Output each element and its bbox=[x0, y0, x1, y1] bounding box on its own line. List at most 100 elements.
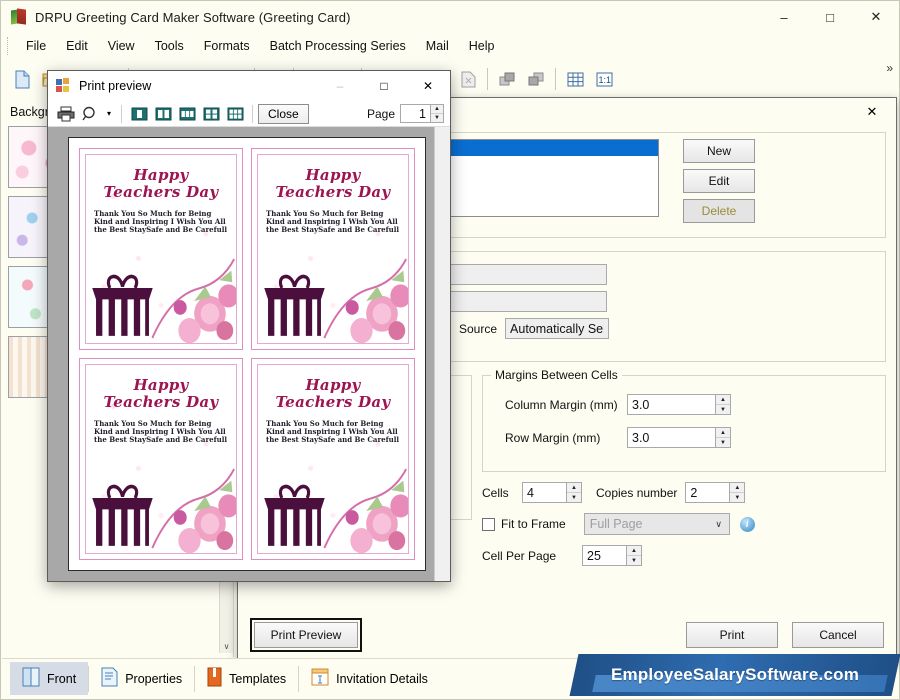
menu-item-tools[interactable]: Tools bbox=[145, 36, 194, 56]
print-dialog-close-button[interactable]: ✕ bbox=[852, 99, 892, 125]
brand-text: EmployeeSalarySoftware.com bbox=[610, 665, 860, 684]
spin-up-icon[interactable]: ▲ bbox=[627, 546, 641, 556]
copies-number-label: Copies number bbox=[596, 485, 678, 500]
print-preview-minimize-button[interactable]: – bbox=[318, 71, 362, 101]
statusbar-item-invitation-details[interactable]: Invitation Details bbox=[299, 662, 440, 695]
grid-icon[interactable] bbox=[562, 66, 588, 92]
menu-item-view[interactable]: View bbox=[98, 36, 145, 56]
menu-item-edit[interactable]: Edit bbox=[56, 36, 98, 56]
source-field[interactable] bbox=[505, 318, 610, 339]
spin-up-icon[interactable]: ▲ bbox=[567, 483, 581, 493]
fit-to-frame-info-icon[interactable]: i bbox=[739, 516, 755, 532]
copies-number-stepper[interactable]: ▲▼ bbox=[685, 482, 746, 503]
menu-item-help[interactable]: Help bbox=[459, 36, 505, 56]
two-pages-icon[interactable] bbox=[151, 103, 175, 125]
cancel-button[interactable]: Cancel bbox=[792, 622, 884, 648]
one-page-icon[interactable] bbox=[127, 103, 151, 125]
preview-card-heading: Happy Teachers Day bbox=[275, 376, 391, 411]
spin-down-icon[interactable]: ▼ bbox=[567, 493, 581, 502]
delete-icon[interactable] bbox=[455, 66, 481, 92]
print-preview-title-bar: Print preview – □ ✕ bbox=[48, 71, 450, 101]
cell-per-page-stepper[interactable]: ▲▼ bbox=[582, 545, 642, 566]
actual-size-icon[interactable]: 1:1 bbox=[591, 66, 617, 92]
minimize-button[interactable]: – bbox=[761, 1, 807, 33]
spin-up-icon[interactable]: ▲ bbox=[431, 105, 443, 114]
print-preview-close-button[interactable]: ✕ bbox=[406, 71, 450, 101]
menu-item-file[interactable]: File bbox=[16, 36, 56, 56]
menu-item-batch-processing-series[interactable]: Batch Processing Series bbox=[260, 36, 416, 56]
send-backward-icon[interactable] bbox=[523, 66, 549, 92]
cell-per-page-field[interactable] bbox=[582, 545, 626, 566]
preview-card: Happy Teachers Day Thank You So Much for … bbox=[79, 148, 243, 350]
gift-box-icon bbox=[91, 478, 154, 549]
toolbar-overflow-button[interactable]: » bbox=[886, 61, 893, 75]
printer-icon[interactable] bbox=[54, 103, 78, 125]
menu-item-formats[interactable]: Formats bbox=[194, 36, 260, 56]
close-button[interactable]: ✕ bbox=[853, 1, 899, 33]
statusbar-item-front[interactable]: Front bbox=[10, 662, 89, 695]
print-preview-maximize-button[interactable]: □ bbox=[362, 71, 406, 101]
six-pages-icon[interactable] bbox=[223, 103, 247, 125]
edit-profile-button[interactable]: Edit bbox=[683, 169, 755, 193]
print-preview-button-focus-ring: Print Preview bbox=[250, 618, 362, 652]
cells-stepper[interactable]: ▲▼ bbox=[522, 482, 582, 503]
page-navigation: Page ▲▼ bbox=[367, 104, 450, 123]
print-preview-close-label-button[interactable]: Close bbox=[258, 103, 309, 124]
spin-down-icon[interactable]: ▼ bbox=[716, 405, 730, 414]
svg-text:1:1: 1:1 bbox=[598, 75, 611, 85]
fit-to-frame-label: Fit to Frame bbox=[501, 517, 566, 531]
page-number-field[interactable] bbox=[400, 104, 430, 123]
print-preview-toolbar: ▾ Close Page ▲▼ bbox=[48, 101, 450, 127]
spin-down-icon[interactable]: ▼ bbox=[627, 556, 641, 565]
column-margin-field[interactable] bbox=[627, 394, 715, 415]
floral-decoration-icon bbox=[143, 448, 239, 553]
menu-grip-handle[interactable] bbox=[7, 37, 11, 55]
bring-forward-icon[interactable] bbox=[494, 66, 520, 92]
toolbar-separator bbox=[252, 104, 253, 123]
margins-between-cells-legend: Margins Between Cells bbox=[495, 368, 618, 382]
spin-down-icon[interactable]: ▼ bbox=[716, 438, 730, 447]
fit-to-frame-checkbox[interactable] bbox=[482, 517, 495, 531]
preview-card-body: Thank You So Much for Being Kind and Ins… bbox=[266, 208, 400, 235]
maximize-button[interactable]: □ bbox=[807, 1, 853, 33]
spin-up-icon[interactable]: ▲ bbox=[716, 428, 730, 438]
print-button[interactable]: Print bbox=[686, 622, 778, 648]
gift-box-icon bbox=[263, 478, 326, 549]
page-stepper[interactable]: ▲▼ bbox=[400, 104, 444, 123]
print-preview-icon bbox=[56, 78, 72, 94]
card-front-icon bbox=[22, 667, 40, 690]
floral-decoration-icon bbox=[315, 448, 411, 553]
magnifier-icon[interactable] bbox=[78, 103, 102, 125]
spin-up-icon[interactable]: ▲ bbox=[730, 483, 745, 493]
spin-down-icon[interactable]: ▼ bbox=[730, 493, 744, 502]
delete-profile-button: Delete bbox=[683, 199, 755, 223]
preview-card: Happy Teachers Day Thank You So Much for … bbox=[79, 358, 243, 560]
statusbar-item-label: Properties bbox=[125, 671, 183, 686]
window-title: DRPU Greeting Card Maker Software (Greet… bbox=[35, 9, 351, 25]
print-preview-page-area[interactable]: Happy Teachers Day Thank You So Much for … bbox=[48, 127, 450, 581]
preview-vertical-scrollbar[interactable] bbox=[434, 127, 450, 581]
three-pages-icon[interactable] bbox=[175, 103, 199, 125]
new-document-icon[interactable] bbox=[9, 66, 35, 92]
app-logo-icon bbox=[11, 8, 27, 25]
menu-item-mail[interactable]: Mail bbox=[416, 36, 459, 56]
print-preview-title: Print preview bbox=[79, 79, 152, 93]
print-preview-button[interactable]: Print Preview bbox=[254, 622, 358, 648]
four-pages-icon[interactable] bbox=[199, 103, 223, 125]
preview-card: Happy Teachers Day Thank You So Much for … bbox=[251, 358, 415, 560]
spin-down-icon[interactable]: ▼ bbox=[431, 114, 443, 122]
new-profile-button[interactable]: New bbox=[683, 139, 755, 163]
copies-number-field[interactable] bbox=[685, 482, 730, 503]
row-margin-field[interactable] bbox=[627, 427, 715, 448]
scroll-down-icon[interactable]: ∨ bbox=[220, 639, 233, 653]
window-controls: – □ ✕ bbox=[761, 1, 899, 33]
row-margin-stepper[interactable]: ▲▼ bbox=[627, 427, 731, 448]
statusbar-item-templates[interactable]: Templates bbox=[195, 662, 298, 695]
zoom-dropdown-icon[interactable]: ▾ bbox=[102, 103, 116, 125]
toolbar-separator bbox=[121, 104, 122, 123]
chevron-down-icon: ∨ bbox=[715, 518, 722, 529]
spin-up-icon[interactable]: ▲ bbox=[716, 395, 730, 405]
statusbar-item-properties[interactable]: Properties bbox=[89, 662, 194, 695]
cells-field[interactable] bbox=[522, 482, 566, 503]
column-margin-stepper[interactable]: ▲▼ bbox=[627, 394, 731, 415]
